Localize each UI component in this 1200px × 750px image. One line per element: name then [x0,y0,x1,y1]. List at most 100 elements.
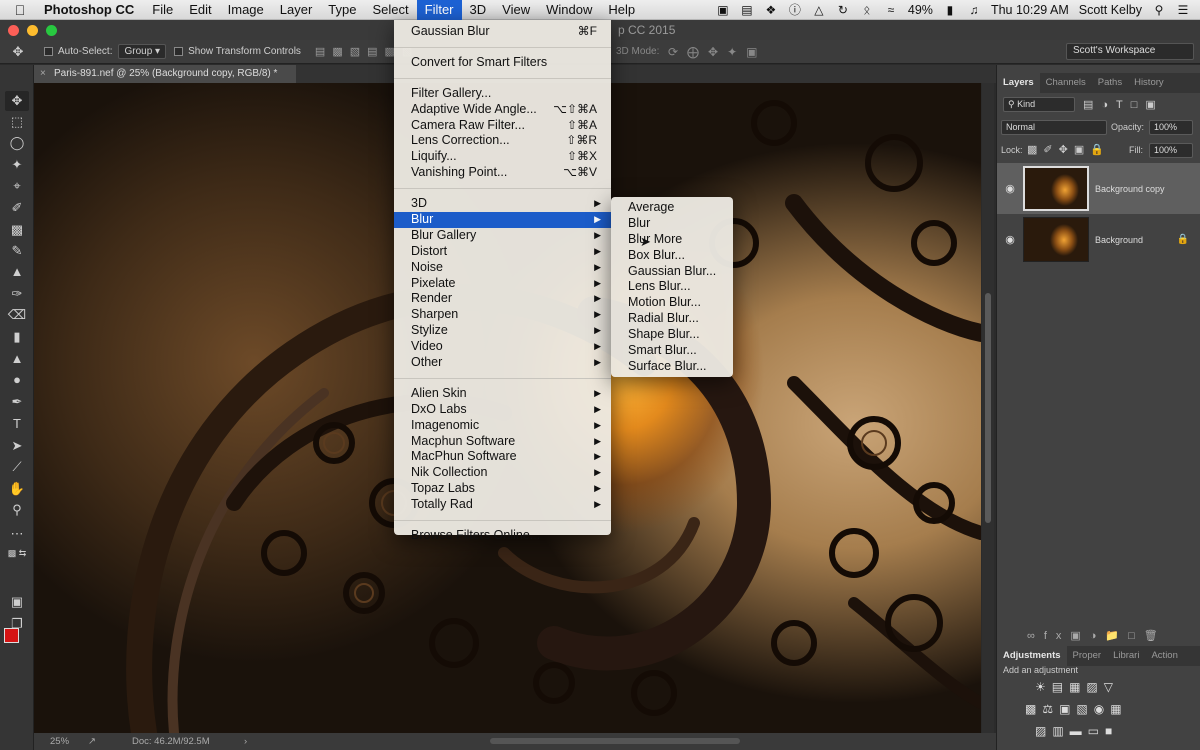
pen-tool-icon[interactable]: ✒ [5,392,29,412]
menu-item-totally-rad[interactable]: Totally Rad ▶ [394,497,611,513]
submenu-item-gaussian-blur[interactable]: Gaussian Blur... [611,264,733,280]
screen-mode-icon[interactable]: ❐ [5,614,29,634]
marquee-tool-icon[interactable]: ⬚ [5,112,29,132]
tab-layers[interactable]: Layers [997,73,1040,93]
move-tool-icon[interactable]: ✥ [5,91,29,111]
document-tab[interactable]: × Paris-891.nef @ 25% (Background copy, … [34,65,296,83]
layer-filter-icons[interactable]: ▤◑T□▣ [1083,98,1164,111]
submenu-item-box-blur[interactable]: Box Blur... [611,248,733,264]
clone-stamp-tool-icon[interactable]: ▲ [5,262,29,282]
app-menu[interactable]: Photoshop CC [40,2,144,17]
brush-tool-icon[interactable]: ✎ [5,241,29,261]
blur-tool-icon[interactable]: ▲ [5,349,29,369]
menu-item-blur-gallery[interactable]: Blur Gallery ▶ [394,228,611,244]
close-tab-icon[interactable]: × [40,65,46,83]
user-name[interactable]: Scott Kelby [1079,3,1142,17]
fill-field[interactable]: 100% [1149,143,1193,158]
menu-item-last-filter[interactable]: Gaussian Blur ⌘F [394,24,611,40]
tab-history[interactable]: History [1128,73,1170,93]
zoom-level[interactable]: 25% [50,733,69,750]
tab-libraries[interactable]: Librari [1107,646,1145,666]
menu-window[interactable]: Window [538,0,600,20]
search-icon[interactable]: ⚲ [1152,3,1166,17]
bluetooth-icon[interactable]: ᛟ [860,3,874,17]
eyedropper-tool-icon[interactable]: ✐ [5,198,29,218]
menu-item-imagenomic[interactable]: Imagenomic ▶ [394,418,611,434]
canvas-vertical-scrollbar[interactable] [982,83,994,733]
menu-item-vanishing-point[interactable]: Vanishing Point... ⌥⌘V [394,165,611,181]
submenu-item-motion-blur[interactable]: Motion Blur... [611,295,733,311]
menu-item-pixelate[interactable]: Pixelate ▶ [394,276,611,292]
dodge-tool-icon[interactable]: ● [5,370,29,390]
status-menu-arrow-icon[interactable]: › [244,733,247,750]
menu-3d[interactable]: 3D [462,0,495,20]
workspace-switcher[interactable]: Scott's Workspace [1066,43,1194,60]
lasso-tool-icon[interactable]: ◯ [5,133,29,153]
opacity-field[interactable]: 100% [1149,120,1193,135]
gradient-tool-icon[interactable]: ▮ [5,327,29,347]
menu-image[interactable]: Image [220,0,272,20]
tab-adjustments[interactable]: Adjustments [997,646,1067,666]
quick-select-tool-icon[interactable]: ✦ [5,155,29,175]
type-tool-icon[interactable]: T [5,414,29,434]
menu-item-browse-filters-online[interactable]: Browse Filters Online... [394,528,611,544]
submenu-item-radial-blur[interactable]: Radial Blur... [611,311,733,327]
share-icon[interactable]: ↗ [88,733,96,750]
path-selection-tool-icon[interactable]: ➤ [5,436,29,456]
submenu-item-shape-blur[interactable]: Shape Blur... [611,327,733,343]
notification-center-icon[interactable]: ☰ [1176,3,1190,17]
volume-icon[interactable]: ♫ [967,3,981,17]
menu-item-other[interactable]: Other ▶ [394,355,611,371]
menu-item-render[interactable]: Render ▶ [394,291,611,307]
menu-item-adaptive-wide-angle[interactable]: Adaptive Wide Angle... ⌥⇧⌘A [394,102,611,118]
layer-row-background-copy[interactable]: ◉ Background copy [997,163,1200,214]
layer-kind-filter[interactable]: ⚲ Kind [1003,97,1075,112]
battery-icon[interactable]: ▮ [943,3,957,17]
menu-item-3d[interactable]: 3D ▶ [394,196,611,212]
menu-view[interactable]: View [494,0,538,20]
auto-select-dropdown[interactable]: Group ▾ [118,44,167,59]
camera-icon[interactable]: ▣ [716,3,730,17]
menu-item-macphun-software-2[interactable]: MacPhun Software ▶ [394,449,611,465]
dropbox-icon[interactable]: ❖ [764,3,778,17]
hand-tool-icon[interactable]: ✋ [5,479,29,499]
menu-item-nik-collection[interactable]: Nik Collection ▶ [394,465,611,481]
document-size[interactable]: Doc: 46.2M/92.5M [132,733,210,750]
3d-mode-icons[interactable]: ⟳⨁✥✦▣ [668,45,767,59]
line-tool-icon[interactable]: ⟋ [5,457,29,477]
horizontal-scrollbar[interactable] [490,738,740,744]
submenu-item-average[interactable]: Average [611,200,733,216]
tab-paths[interactable]: Paths [1092,73,1128,93]
menu-item-lens-correction[interactable]: Lens Correction... ⇧⌘R [394,133,611,149]
submenu-item-lens-blur[interactable]: Lens Blur... [611,279,733,295]
battery-percent[interactable]: 49% [908,3,933,17]
menu-filter[interactable]: Filter [416,0,462,20]
menu-item-distort[interactable]: Distort ▶ [394,244,611,260]
layer-name[interactable]: Background [1095,235,1143,245]
minimize-window-button[interactable] [27,24,38,36]
transform-controls-checkbox[interactable] [174,47,184,56]
menu-item-sharpen[interactable]: Sharpen ▶ [394,307,611,323]
menu-item-stylize[interactable]: Stylize ▶ [394,323,611,339]
menu-file[interactable]: File [144,0,181,20]
menu-item-video[interactable]: Video ▶ [394,339,611,355]
layers-footer-icons[interactable]: ∞fx▣◑📁□🗑 [997,626,1200,646]
visibility-eye-icon[interactable]: ◉ [997,182,1023,195]
healing-brush-tool-icon[interactable]: ▩ [5,220,29,240]
default-colors-icon[interactable]: ▩ ⇆ [5,543,29,563]
more-tools-icon[interactable]: ⋯ [5,524,29,544]
menu-item-liquify[interactable]: Liquify... ⇧⌘X [394,149,611,165]
layer-name[interactable]: Background copy [1095,184,1165,194]
submenu-item-smart-blur[interactable]: Smart Blur... [611,343,733,359]
eraser-tool-icon[interactable]: ⌫ [5,305,29,325]
menu-item-topaz-labs[interactable]: Topaz Labs ▶ [394,481,611,497]
blend-mode-dropdown[interactable]: Normal [1001,120,1107,135]
submenu-item-blur[interactable]: Blur [611,216,733,232]
tab-actions[interactable]: Action [1145,646,1183,666]
display-icon[interactable]: ▤ [740,3,754,17]
menu-item-convert-smart-filters[interactable]: Convert for Smart Filters [394,55,611,71]
menu-item-camera-raw[interactable]: Camera Raw Filter... ⇧⌘A [394,118,611,134]
adjustment-icons-row-3[interactable]: ▨▥▬▭■ [1035,724,1118,738]
menu-edit[interactable]: Edit [181,0,219,20]
lock-icons[interactable]: ▩✐✥▣🔒 [1027,143,1110,156]
